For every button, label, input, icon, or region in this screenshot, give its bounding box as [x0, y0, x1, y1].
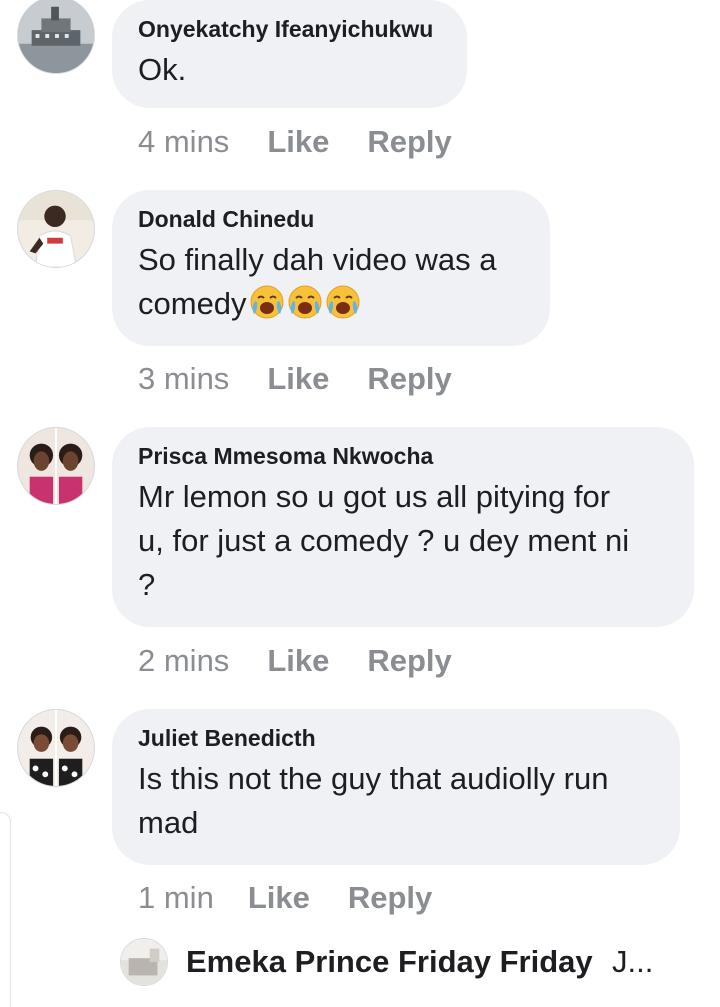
reply-button[interactable]: Reply: [367, 643, 451, 679]
comment-item: Donald Chinedu So finally dah video was …: [0, 190, 720, 410]
two-people-photo-avatar-icon: [18, 428, 94, 504]
comment-text: Ok.: [138, 52, 187, 87]
comment-bubble: Juliet Benedicth Is this not the guy tha…: [112, 709, 680, 865]
room-photo-avatar-icon: [121, 939, 167, 985]
comment-item: Juliet Benedicth Is this not the guy tha…: [0, 709, 720, 935]
comment-item: Onyekatchy Ifeanyichukwu Ok. 4 mins Like R…: [0, 0, 720, 170]
comment-actions: 4 mins Like Reply: [138, 124, 452, 160]
comment-text: So finally dah video was a comedy: [138, 238, 524, 326]
crying-laughing-face-icon: [326, 285, 360, 319]
reply-button[interactable]: Reply: [367, 124, 451, 160]
avatar[interactable]: [17, 709, 95, 787]
comment-text: Is this not the guy that audiolly run ma…: [138, 761, 609, 840]
like-button[interactable]: Like: [267, 361, 329, 397]
comment-text: Mr lemon so u got us all pitying for u, …: [138, 479, 630, 602]
comment-actions: 2 mins Like Reply: [138, 643, 452, 679]
comment-author[interactable]: Juliet Benedicth: [138, 723, 654, 753]
comment-bubble: Prisca Mmesoma Nkwocha Mr lemon so u got…: [112, 427, 694, 627]
comment-actions: 1 min Like Reply: [138, 880, 432, 916]
comment-bubble: Donald Chinedu So finally dah video was …: [112, 190, 550, 346]
comment-time[interactable]: 2 mins: [138, 643, 229, 679]
ship-photo-avatar-icon: [18, 0, 94, 73]
like-button[interactable]: Like: [248, 880, 310, 916]
crying-laughing-face-icon: [250, 285, 284, 319]
comment-bubble: Onyekatchy Ifeanyichukwu Ok.: [112, 0, 467, 108]
avatar[interactable]: [120, 938, 168, 986]
comment-time[interactable]: 1 min: [138, 880, 214, 916]
reply-button[interactable]: Reply: [348, 880, 432, 916]
reply-preview-snippet: J...: [612, 944, 654, 979]
reply-preview-author[interactable]: Emeka Prince Friday Friday: [186, 944, 593, 980]
avatar[interactable]: [17, 190, 95, 268]
comment-time[interactable]: 3 mins: [138, 361, 229, 397]
like-button[interactable]: Like: [267, 643, 329, 679]
reply-preview[interactable]: Emeka Prince Friday Friday J...: [120, 936, 720, 992]
like-button[interactable]: Like: [267, 124, 329, 160]
avatar[interactable]: [17, 0, 95, 74]
comment-time[interactable]: 4 mins: [138, 124, 229, 160]
comment-actions: 3 mins Like Reply: [138, 361, 452, 397]
reply-button[interactable]: Reply: [367, 361, 451, 397]
comment-author[interactable]: Onyekatchy Ifeanyichukwu: [138, 14, 441, 44]
two-people-photo-avatar-icon: [18, 710, 94, 786]
crying-laughing-face-icon: [288, 285, 322, 319]
comment-item: Prisca Mmesoma Nkwocha Mr lemon so u got…: [0, 427, 720, 697]
avatar[interactable]: [17, 427, 95, 505]
comment-author[interactable]: Prisca Mmesoma Nkwocha: [138, 441, 668, 471]
panel-edge: [0, 812, 11, 1007]
person-photo-avatar-icon: [18, 191, 94, 267]
comment-author[interactable]: Donald Chinedu: [138, 204, 524, 234]
